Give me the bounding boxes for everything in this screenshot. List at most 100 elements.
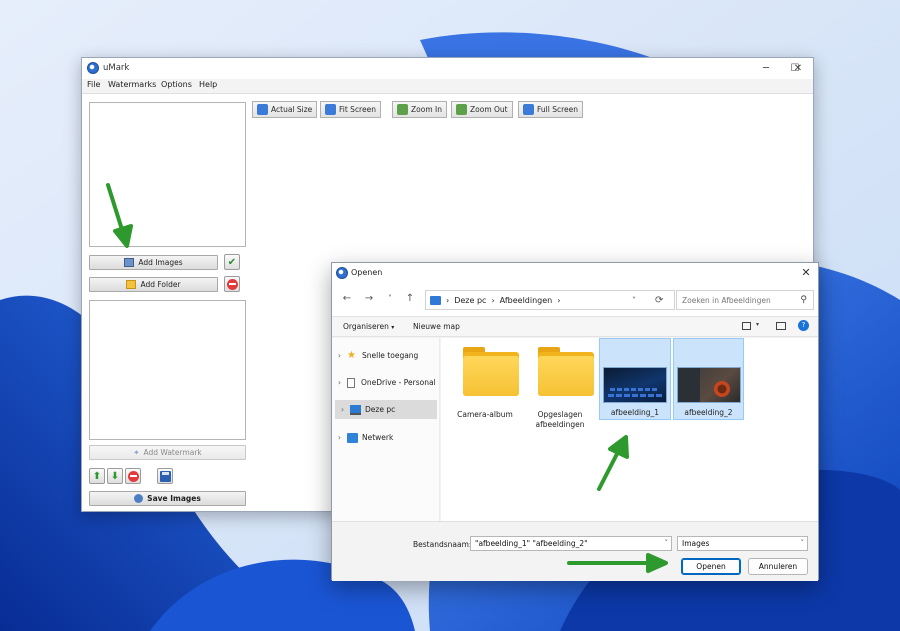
- image-file-tile[interactable]: afbeelding_2: [673, 338, 744, 420]
- new-folder-button[interactable]: Nieuwe map: [413, 322, 460, 331]
- cancel-button[interactable]: Annuleren: [748, 558, 808, 575]
- umark-titlebar: uMark ─ ☐: [82, 58, 813, 79]
- chevron-right-icon: ›: [337, 378, 342, 387]
- nav-item-label: OneDrive - Personal: [361, 378, 436, 387]
- menu-file[interactable]: File: [87, 80, 100, 89]
- full-screen-label: Full Screen: [537, 105, 578, 114]
- forward-button[interactable]: →: [362, 293, 376, 304]
- menu-options[interactable]: Options: [161, 80, 192, 89]
- fit-screen-icon: [325, 104, 336, 115]
- actual-size-icon: [257, 104, 268, 115]
- filename-value: "afbeelding_1" "afbeelding_2": [475, 539, 588, 548]
- menubar: File Watermarks Options Help: [82, 79, 813, 94]
- zoom-in-label: Zoom In: [411, 105, 442, 114]
- image-file-name: afbeelding_1: [610, 408, 660, 417]
- computer-icon: [350, 404, 361, 415]
- image-list[interactable]: [89, 102, 246, 247]
- refresh-button[interactable]: ⟳: [655, 295, 663, 306]
- fit-screen-button[interactable]: Fit Screen: [320, 101, 381, 118]
- select-all-button[interactable]: ✔: [224, 254, 240, 270]
- remove-images-button[interactable]: [224, 276, 240, 292]
- organize-label: Organiseren: [343, 322, 389, 331]
- save-images-button[interactable]: Save Images: [89, 491, 246, 506]
- filename-label: Bestandsnaam:: [413, 540, 472, 549]
- help-icon[interactable]: ?: [798, 320, 809, 331]
- zoom-out-button[interactable]: Zoom Out: [451, 101, 513, 118]
- search-placeholder: Zoeken in Afbeeldingen: [682, 296, 771, 305]
- chevron-down-icon: ˅: [800, 539, 805, 547]
- dialog-title: Openen: [351, 268, 383, 277]
- close-button[interactable]: ✕: [784, 60, 812, 77]
- breadcrumb-afbeeldingen[interactable]: Afbeeldingen: [500, 296, 553, 305]
- window-title: uMark: [103, 63, 130, 73]
- image-file-tile[interactable]: afbeelding_1: [599, 338, 671, 420]
- filetype-value: Images: [682, 539, 710, 548]
- add-folder-button[interactable]: Add Folder: [89, 277, 218, 292]
- filetype-select[interactable]: Images ˅: [677, 536, 808, 551]
- open-button[interactable]: Openen: [681, 558, 741, 575]
- preview-pane-button[interactable]: [776, 322, 786, 330]
- document-icon: [347, 377, 355, 388]
- address-bar[interactable]: › Deze pc › Afbeeldingen › ˅ ⟳: [425, 290, 675, 310]
- file-list: Camera-album Opgeslagen afbeeldingen afb…: [441, 338, 818, 521]
- image-icon: [124, 258, 135, 267]
- pictures-icon: [430, 295, 441, 305]
- watermark-list[interactable]: [89, 300, 246, 440]
- remove-watermark-button[interactable]: [125, 468, 141, 484]
- filename-input[interactable]: "afbeelding_1" "afbeelding_2" ˅: [470, 536, 672, 551]
- back-button[interactable]: ←: [340, 293, 354, 304]
- save-images-label: Save Images: [147, 494, 201, 503]
- minimize-icon: [753, 60, 781, 77]
- menu-watermarks[interactable]: Watermarks: [108, 80, 156, 89]
- add-images-button[interactable]: Add Images: [89, 255, 218, 270]
- breadcrumb-separator: ›: [491, 295, 495, 305]
- folder-tile[interactable]: Opgeslagen afbeeldingen: [524, 340, 596, 429]
- actual-size-button[interactable]: Actual Size: [252, 101, 318, 118]
- chevron-down-icon: ▾: [391, 324, 395, 331]
- nav-item-netwerk[interactable]: › Netwerk: [332, 428, 438, 447]
- save-watermark-button[interactable]: [157, 468, 173, 484]
- search-input[interactable]: Zoeken in Afbeeldingen ⚲: [676, 290, 814, 310]
- add-images-label: Add Images: [138, 258, 183, 267]
- chevron-right-icon: ›: [340, 405, 345, 414]
- umark-app-icon: [87, 62, 99, 74]
- zoom-out-icon: [456, 104, 467, 115]
- nav-item-label: Deze pc: [365, 405, 396, 414]
- move-down-button[interactable]: ⬇: [107, 468, 123, 484]
- nav-item-deze-pc[interactable]: › Deze pc: [335, 400, 437, 419]
- navigation-pane: › ★ Snelle toegang › OneDrive - Personal…: [332, 338, 440, 521]
- breadcrumb-separator: ›: [446, 295, 450, 305]
- checkmark-icon: ✔: [227, 256, 237, 268]
- remove-icon: [226, 278, 238, 290]
- folder-icon: [126, 280, 137, 289]
- menu-help[interactable]: Help: [199, 80, 217, 89]
- dialog-footer: Bestandsnaam: "afbeelding_1" "afbeelding…: [332, 521, 818, 581]
- nav-item-snelle-toegang[interactable]: › ★ Snelle toegang: [332, 346, 438, 365]
- full-screen-button[interactable]: Full Screen: [518, 101, 583, 118]
- breadcrumb-deze-pc[interactable]: Deze pc: [454, 296, 486, 305]
- chevron-down-icon[interactable]: ˅: [632, 296, 636, 305]
- organize-button[interactable]: Organiseren ▾: [343, 322, 394, 331]
- zoom-in-button[interactable]: Zoom In: [392, 101, 447, 118]
- fit-screen-label: Fit Screen: [339, 105, 376, 114]
- folder-tile[interactable]: Camera-album: [449, 340, 521, 422]
- dialog-titlebar: Openen ✕: [332, 263, 818, 283]
- add-watermark-button[interactable]: ✦ Add Watermark: [89, 445, 246, 460]
- view-toggle-button[interactable]: [742, 322, 751, 330]
- remove-icon: [127, 470, 139, 482]
- move-up-button[interactable]: ⬆: [89, 468, 105, 484]
- floppy-disk-icon: [159, 470, 171, 482]
- chevron-down-icon[interactable]: ▾: [756, 321, 759, 328]
- chevron-right-icon: ›: [337, 433, 342, 442]
- chevron-down-icon[interactable]: ˅: [665, 539, 669, 547]
- dialog-close-button[interactable]: ✕: [798, 265, 814, 281]
- arrow-down-icon: ⬇: [110, 470, 120, 482]
- star-icon: ★: [347, 349, 356, 361]
- image-thumbnail: [603, 367, 667, 403]
- watermark-icon: ✦: [133, 448, 140, 457]
- breadcrumb-separator: ›: [557, 295, 561, 305]
- folder-icon-front: [538, 356, 594, 396]
- nav-item-onedrive[interactable]: › OneDrive - Personal: [332, 373, 438, 392]
- up-button[interactable]: ↑: [403, 293, 417, 304]
- history-dropdown[interactable]: ˅: [383, 294, 397, 303]
